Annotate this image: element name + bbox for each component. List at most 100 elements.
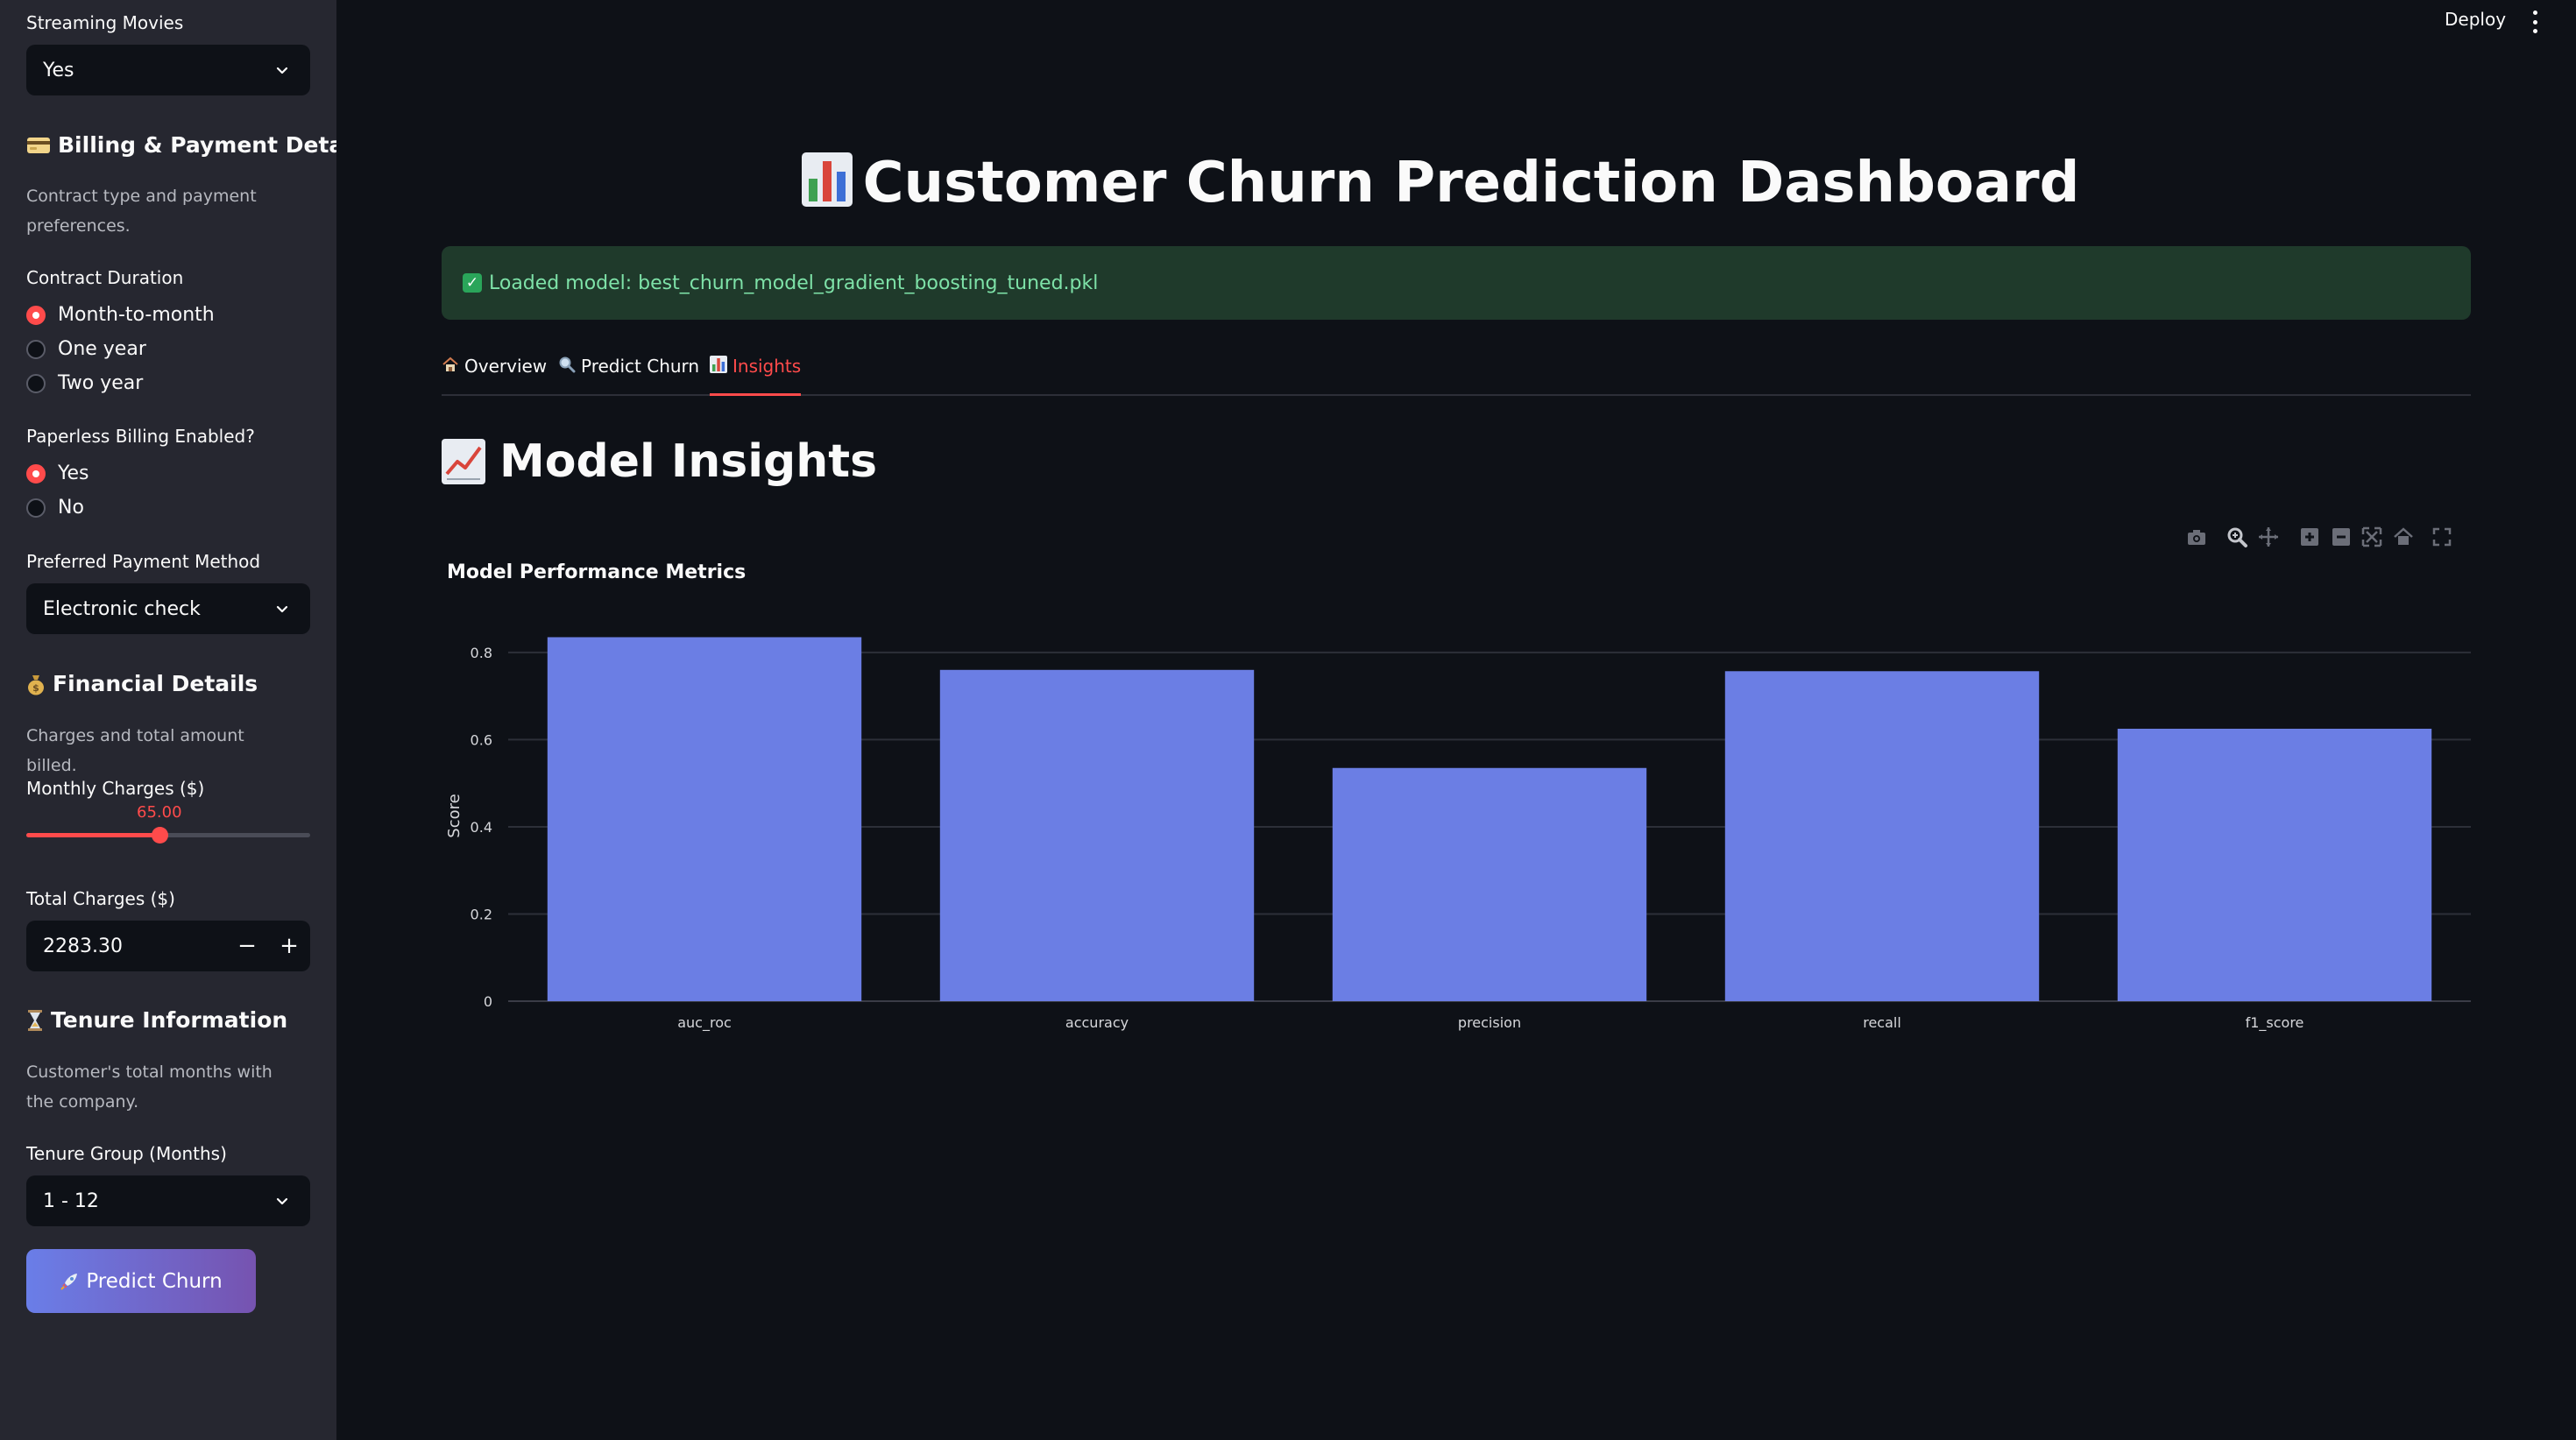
contract-option-label: Month-to-month: [58, 304, 215, 326]
total-charges-value[interactable]: 2283.30: [26, 935, 226, 957]
tab-predict-churn-label: Predict Churn: [581, 356, 700, 377]
y-tick-label: 0.2: [471, 906, 492, 922]
zoom-in-icon[interactable]: [2298, 526, 2321, 548]
radio-selected: [26, 305, 46, 325]
chevron-down-icon: [276, 1197, 288, 1205]
tab-insights-label: Insights: [732, 356, 802, 377]
paperless-option-yes[interactable]: Yes: [26, 462, 89, 484]
page-title: Customer Churn Prediction Dashboard: [336, 151, 2544, 215]
x-tick-label: auc_roc: [677, 1014, 732, 1032]
money-bag-icon: $: [28, 674, 44, 695]
slider-fill: [26, 833, 160, 837]
fullscreen-icon[interactable]: [2431, 526, 2453, 548]
predict-churn-label: Predict Churn: [86, 1269, 223, 1293]
x-tick-label: recall: [1863, 1014, 1901, 1031]
billing-heading-text: Billing & Payment Details: [58, 132, 336, 158]
contract-option-month[interactable]: Month-to-month: [26, 304, 215, 326]
decrement-button[interactable]: −: [226, 921, 268, 971]
bar-accuracy: [939, 669, 1255, 1001]
contract-option-two-year[interactable]: Two year: [26, 372, 143, 394]
tenure-heading: Tenure Information: [26, 1007, 287, 1033]
chart-toolbar: [2182, 526, 2471, 550]
paperless-option-label: Yes: [58, 462, 89, 484]
zoom-out-icon[interactable]: [2330, 526, 2353, 548]
financial-caption: Charges and total amount billed.: [26, 726, 244, 775]
contract-option-label: Two year: [58, 372, 144, 394]
model-loaded-alert: ✓ Loaded model: best_churn_model_gradien…: [442, 246, 2471, 320]
y-axis-label: Score: [445, 794, 464, 837]
credit-card-icon: [27, 137, 50, 153]
tenure-group-value: 1 - 12: [43, 1189, 99, 1212]
predict-churn-button[interactable]: Predict Churn: [26, 1249, 256, 1313]
sidebar: Streaming Movies Yes Billing & Payment D…: [0, 0, 336, 1440]
bar-chart-icon: [801, 152, 853, 207]
page-title-text: Customer Churn Prediction Dashboard: [862, 151, 2080, 215]
model-loaded-text: Loaded model: best_churn_model_gradient_…: [489, 272, 1099, 294]
bar-f1_score: [2117, 728, 2432, 1001]
paperless-option-label: No: [58, 497, 84, 519]
bar-auc_roc: [547, 637, 862, 1001]
deploy-button[interactable]: Deploy: [2445, 9, 2506, 30]
radio-unselected: [26, 373, 46, 393]
streaming-movies-label: Streaming Movies: [26, 12, 184, 33]
radio-unselected: [26, 498, 46, 518]
tenure-caption: Customer's total months with the company…: [26, 1062, 272, 1112]
camera-icon[interactable]: [2185, 526, 2208, 548]
x-tick-label: f1_score: [2246, 1014, 2304, 1032]
y-tick-label: 0: [484, 993, 492, 1010]
tab-overview[interactable]: Overview: [442, 356, 547, 396]
more-menu-icon[interactable]: [2525, 11, 2544, 33]
payment-method-label: Preferred Payment Method: [26, 551, 261, 572]
bar-chart-icon: [710, 356, 727, 373]
streaming-movies-value: Yes: [43, 59, 74, 81]
y-axis-ticks: 0 0.2 0.4 0.6 0.8: [471, 645, 492, 1010]
contract-option-label: One year: [58, 338, 146, 360]
monthly-charges-label: Monthly Charges ($): [26, 778, 205, 799]
chart-title: Model Performance Metrics: [447, 561, 747, 583]
monthly-charges-slider[interactable]: [26, 827, 310, 844]
total-charges-input[interactable]: 2283.30 − +: [26, 921, 310, 971]
financial-heading: $ Financial Details: [26, 671, 258, 696]
total-charges-label: Total Charges ($): [26, 888, 175, 909]
check-icon: ✓: [463, 273, 482, 293]
zoom-icon[interactable]: [2226, 526, 2248, 548]
streaming-movies-select[interactable]: Yes: [26, 45, 310, 95]
contract-label: Contract Duration: [26, 267, 184, 288]
chevron-down-icon: [276, 605, 288, 613]
tab-overview-label: Overview: [464, 356, 548, 377]
tenure-heading-text: Tenure Information: [51, 1007, 288, 1033]
magnifier-icon: [559, 356, 576, 373]
paperless-label: Paperless Billing Enabled?: [26, 426, 255, 447]
tab-predict-churn[interactable]: Predict Churn: [558, 356, 699, 396]
tab-bar: Overview Predict Churn Insights: [442, 347, 2471, 396]
pan-icon[interactable]: [2257, 526, 2280, 548]
home-icon[interactable]: [2392, 526, 2415, 548]
increment-button[interactable]: +: [268, 921, 310, 971]
contract-option-one-year[interactable]: One year: [26, 338, 146, 360]
app: Streaming Movies Yes Billing & Payment D…: [0, 0, 2576, 1440]
tab-insights[interactable]: Insights: [710, 356, 802, 396]
rocket-icon: [60, 1273, 78, 1290]
x-tick-label: precision: [1458, 1014, 1521, 1031]
payment-method-select[interactable]: Electronic check: [26, 583, 310, 634]
billing-caption: Contract type and payment preferences.: [26, 187, 257, 236]
billing-heading: Billing & Payment Details: [26, 132, 336, 158]
x-axis-ticks: auc_roc accuracy precision recall f1_score: [677, 1014, 2304, 1032]
x-tick-label: accuracy: [1065, 1014, 1129, 1031]
chart-increasing-icon: [442, 439, 485, 484]
radio-selected: [26, 463, 46, 484]
bar-recall: [1724, 671, 2040, 1001]
hourglass-icon: [28, 1009, 42, 1031]
y-tick-label: 0.4: [471, 819, 492, 836]
autoscale-icon[interactable]: [2360, 526, 2383, 548]
paperless-option-no[interactable]: No: [26, 497, 84, 519]
section-title-text: Model Insights: [499, 435, 878, 488]
svg-text:$: $: [32, 682, 39, 694]
bar-precision: [1332, 767, 1647, 1001]
slider-thumb[interactable]: [152, 827, 169, 844]
y-tick-label: 0.6: [471, 731, 492, 748]
tenure-group-select[interactable]: 1 - 12: [26, 1175, 310, 1226]
house-icon: [442, 356, 458, 371]
payment-method-value: Electronic check: [43, 597, 201, 620]
financial-heading-text: Financial Details: [53, 671, 258, 696]
